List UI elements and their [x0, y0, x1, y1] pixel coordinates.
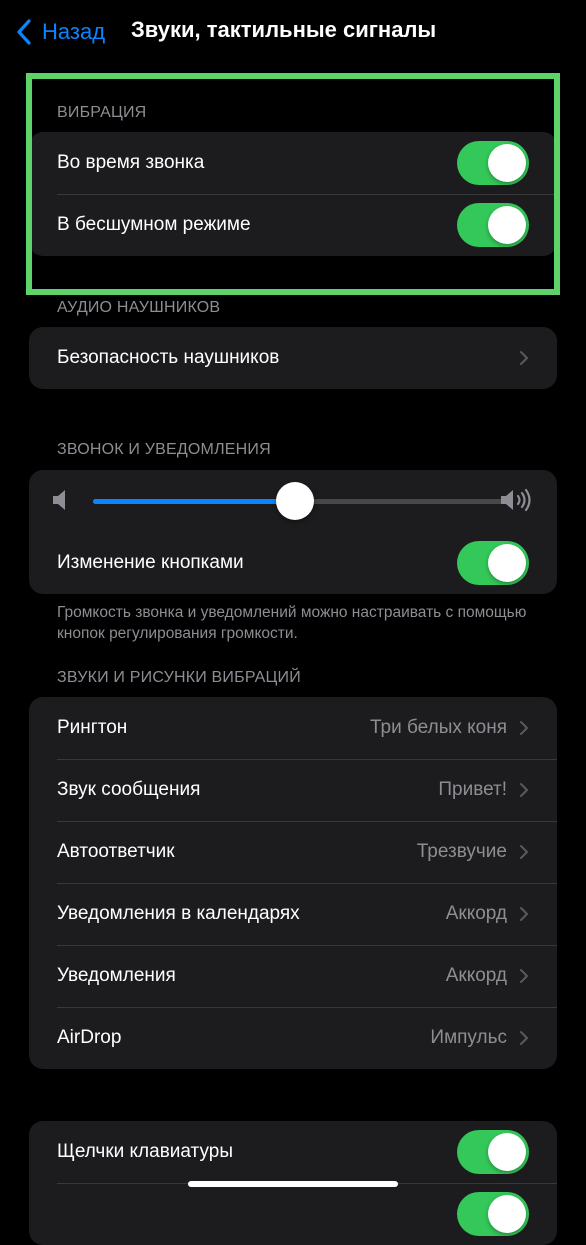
text-tone-label: Звук сообщения [57, 779, 201, 800]
keyboard-clicks-row: Щелчки клавиатуры [29, 1121, 557, 1183]
volume-track[interactable] [93, 482, 505, 520]
airdrop-label: AirDrop [57, 1027, 122, 1048]
keyboard-clicks-toggle[interactable] [457, 1130, 529, 1174]
airdrop-row[interactable]: AirDrop Импульс [29, 1007, 557, 1069]
voicemail-label: Автоответчик [57, 841, 175, 862]
ringer-header: ЗВОНОК И УВЕДОМЛЕНИЯ [57, 441, 271, 458]
volume-high-icon [501, 488, 531, 512]
voicemail-row[interactable]: Автоответчик Трезвучие [29, 821, 557, 883]
vibrate-on-ring-row: Во время звонка [29, 132, 557, 194]
volume-low-icon [53, 490, 65, 510]
toggle-knob [488, 544, 526, 582]
chevron-right-icon [520, 783, 528, 797]
calendar-alerts-value: Аккорд [445, 903, 507, 924]
ringer-footnote: Громкость звонка и уведомлений можно нас… [57, 604, 527, 642]
airdrop-value: Импульс [430, 1027, 507, 1048]
toggle-knob [488, 206, 526, 244]
toggle-knob [488, 1195, 526, 1233]
vibrate-on-ring-toggle[interactable] [457, 141, 529, 185]
sounds-header: ЗВУКИ И РИСУНКИ ВИБРАЦИЙ [57, 669, 301, 686]
sounds-group: Рингтон Три белых коня Звук сообщения Пр… [29, 697, 557, 1069]
reminder-alerts-row[interactable]: Уведомления Аккорд [29, 945, 557, 1007]
chevron-right-icon [520, 907, 528, 921]
chevron-right-icon [520, 845, 528, 859]
toggle-knob [488, 1133, 526, 1171]
page-title: Звуки, тактильные сигналы [131, 17, 437, 42]
text-tone-row[interactable]: Звук сообщения Привет! [29, 759, 557, 821]
ringtone-value: Три белых коня [370, 717, 507, 738]
vibration-header: ВИБРАЦИЯ [57, 104, 147, 121]
voicemail-value: Трезвучие [416, 841, 507, 862]
back-button[interactable]: Назад [14, 14, 105, 50]
change-with-buttons-toggle[interactable] [457, 541, 529, 585]
text-tone-value: Привет! [438, 779, 507, 800]
reminder-alerts-value: Аккорд [445, 965, 507, 986]
chevron-left-icon [17, 19, 31, 45]
calendar-alerts-label: Уведомления в календарях [57, 903, 300, 924]
back-label: Назад [42, 19, 106, 44]
volume-thumb[interactable] [275, 482, 314, 520]
chevron-right-icon [520, 969, 528, 983]
chevron-right-icon [520, 351, 528, 365]
volume-fill [93, 499, 295, 504]
toggle-knob [488, 144, 526, 182]
headphones-group: Безопасность наушников [29, 327, 557, 389]
ringtone-row[interactable]: Рингтон Три белых коня [29, 697, 557, 759]
ringer-volume-slider-row [29, 470, 557, 532]
lock-sound-row [29, 1183, 557, 1245]
change-with-buttons-label: Изменение кнопками [57, 552, 244, 573]
change-with-buttons-row: Изменение кнопками [29, 532, 557, 594]
headphone-safety-label: Безопасность наушников [57, 347, 280, 368]
headphone-safety-row[interactable]: Безопасность наушников [29, 327, 557, 389]
keyboard-clicks-label: Щелчки клавиатуры [57, 1141, 233, 1162]
lock-sound-toggle[interactable] [457, 1192, 529, 1236]
chevron-right-icon [520, 1031, 528, 1045]
calendar-alerts-row[interactable]: Уведомления в календарях Аккорд [29, 883, 557, 945]
vibrate-on-silent-label: В бесшумном режиме [57, 214, 251, 235]
vibration-group: Во время звонка В бесшумном режиме [29, 132, 557, 256]
reminder-alerts-label: Уведомления [57, 965, 176, 986]
vibrate-on-silent-row: В бесшумном режиме [29, 194, 557, 256]
home-indicator [188, 1181, 398, 1187]
ringtone-label: Рингтон [57, 717, 128, 738]
headphones-header: АУДИО НАУШНИКОВ [57, 299, 221, 316]
ringer-group: Изменение кнопками [29, 470, 557, 594]
chevron-right-icon [520, 721, 528, 735]
vibrate-on-silent-toggle[interactable] [457, 203, 529, 247]
vibrate-on-ring-label: Во время звонка [57, 152, 205, 173]
